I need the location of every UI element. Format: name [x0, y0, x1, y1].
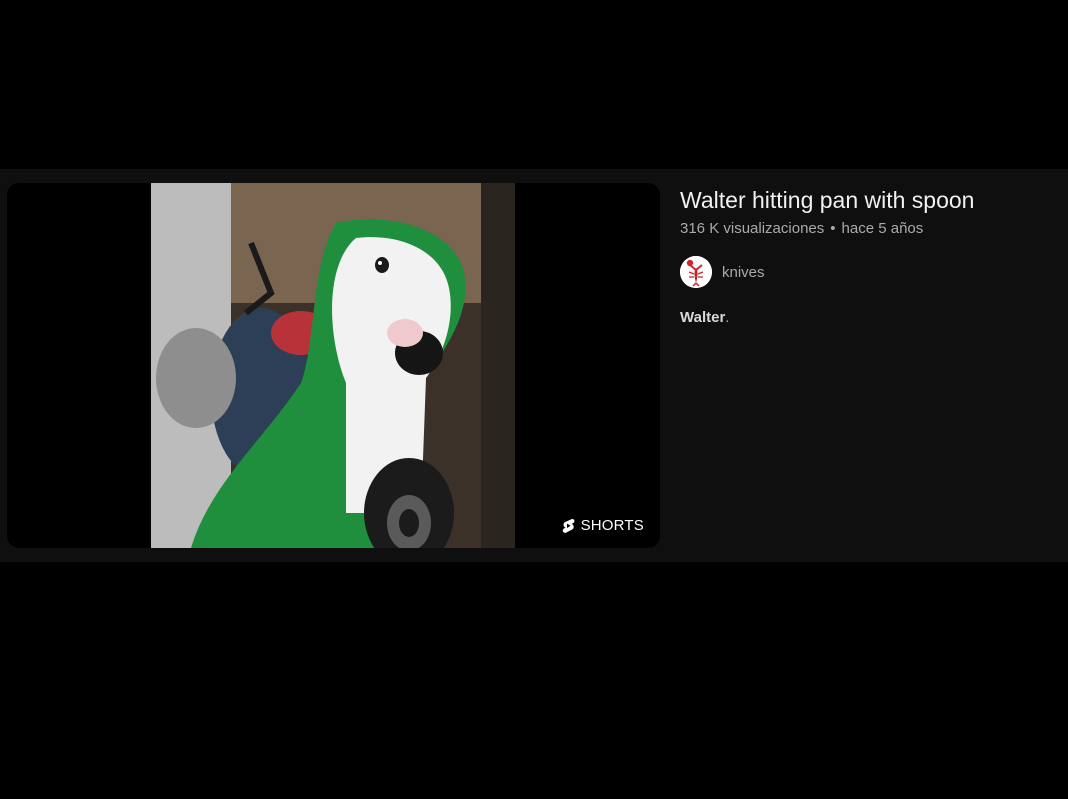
video-info: Walter hitting pan with spoon 316 K visu… — [680, 183, 1050, 328]
publish-date: hace 5 años — [841, 220, 924, 237]
video-description-snippet: Walter. — [680, 308, 1050, 328]
shorts-badge-label: SHORTS — [580, 517, 644, 534]
channel-link[interactable]: knives — [680, 256, 1050, 288]
video-title[interactable]: Walter hitting pan with spoon — [680, 185, 1050, 215]
video-result-card[interactable]: SHORTS Walter hitting pan with spoon 316… — [0, 169, 1068, 562]
video-metadata: 316 K visualizaciones • hace 5 años — [680, 219, 1050, 239]
video-frame-image — [151, 183, 515, 548]
description-highlight: Walter — [680, 309, 726, 326]
description-rest: . — [725, 309, 730, 326]
channel-name[interactable]: knives — [722, 264, 765, 281]
video-thumbnail[interactable]: SHORTS — [7, 183, 660, 548]
meta-separator: • — [830, 220, 836, 237]
shorts-icon — [562, 518, 575, 533]
shorts-badge: SHORTS — [562, 517, 644, 534]
crawfish-avatar-icon[interactable] — [680, 256, 712, 288]
view-count: 316 K visualizaciones — [680, 220, 825, 237]
